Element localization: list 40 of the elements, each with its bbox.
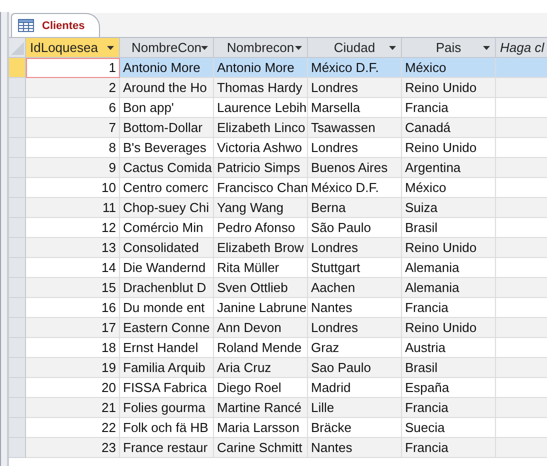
record-selector[interactable] <box>9 358 26 378</box>
column-header[interactable]: IdLoquesea <box>26 38 120 58</box>
table-cell: 1 <box>26 58 120 78</box>
record-selector[interactable] <box>9 58 26 78</box>
table-cell: Nantes <box>308 438 402 458</box>
table-cell: 23 <box>26 438 120 458</box>
table-icon <box>18 19 34 32</box>
record-selector[interactable] <box>9 198 26 218</box>
record-selector[interactable] <box>9 318 26 338</box>
column-header[interactable]: Pais <box>402 38 496 58</box>
dropdown-arrow-icon[interactable] <box>389 46 396 50</box>
record-selector[interactable] <box>9 158 26 178</box>
record-selector[interactable] <box>9 218 26 238</box>
column-header[interactable]: Nombrecon <box>214 38 308 58</box>
record-selector[interactable] <box>9 278 26 298</box>
column-header[interactable]: NombreCon <box>120 38 214 58</box>
record-selector[interactable] <box>9 138 26 158</box>
record-selector[interactable] <box>9 78 26 98</box>
record-selector[interactable] <box>9 438 26 458</box>
table-tab[interactable]: Clientes <box>11 13 100 37</box>
record-selector[interactable] <box>9 398 26 418</box>
record-selector[interactable] <box>9 298 26 318</box>
table-cell: Francia <box>402 438 496 458</box>
column-header[interactable]: Haga cl <box>496 38 547 58</box>
table-cell: France restaur <box>120 438 214 458</box>
record-selector[interactable] <box>9 178 26 198</box>
record-selector[interactable] <box>9 118 26 138</box>
record-selector[interactable] <box>9 418 26 438</box>
record-selector[interactable] <box>9 238 26 258</box>
dropdown-arrow-icon[interactable] <box>107 46 114 50</box>
dropdown-arrow-icon[interactable] <box>201 46 208 50</box>
column-header[interactable]: Ciudad <box>308 38 402 58</box>
table-cell: Carine Schmitt <box>214 438 308 458</box>
select-all-corner[interactable] <box>9 38 26 58</box>
record-selector[interactable] <box>9 98 26 118</box>
record-selector[interactable] <box>9 338 26 358</box>
dropdown-arrow-icon[interactable] <box>483 46 490 50</box>
record-selector[interactable] <box>9 258 26 278</box>
record-selector[interactable] <box>9 378 26 398</box>
dropdown-arrow-icon[interactable] <box>295 46 302 50</box>
